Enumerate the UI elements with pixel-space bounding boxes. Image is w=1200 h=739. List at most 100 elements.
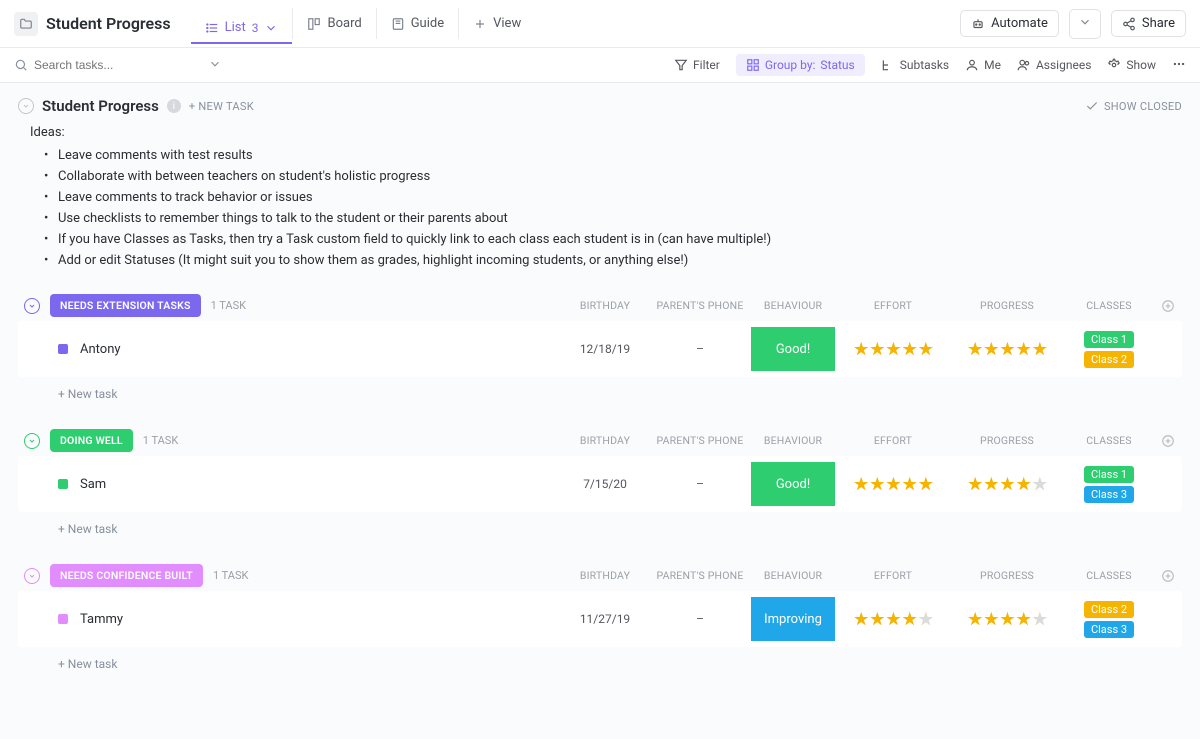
- tab-list[interactable]: List 3: [191, 12, 293, 44]
- class-tag[interactable]: Class 3: [1084, 486, 1134, 503]
- star-icon: ★: [983, 339, 998, 360]
- class-tag[interactable]: Class 2: [1084, 601, 1134, 618]
- subtasks-button[interactable]: Subtasks: [881, 58, 949, 72]
- search-input[interactable]: [34, 58, 164, 72]
- cell-behaviour[interactable]: Improving: [750, 597, 836, 641]
- col-header-birthday: BIRTHDAY: [560, 434, 650, 448]
- task-row[interactable]: Tammy 11/27/19 – Improving ★★★★★ ★★★★★ C…: [18, 591, 1182, 647]
- automate-button[interactable]: Automate: [960, 10, 1059, 37]
- cell-effort[interactable]: ★★★★★: [836, 609, 950, 630]
- task-count: 1 TASK: [143, 434, 178, 447]
- class-tags: Class 1 Class 3: [1084, 466, 1134, 503]
- content-area: Student Progress i + NEW TASK SHOW CLOSE…: [0, 83, 1200, 739]
- task-name: Sam: [80, 477, 560, 492]
- chevron-down-icon: [264, 21, 278, 35]
- ideas-item: Leave comments with test results: [44, 148, 1182, 163]
- search-wrap: [14, 58, 194, 72]
- tab-list-count: 3: [252, 21, 259, 35]
- assignees-button[interactable]: Assignees: [1017, 58, 1091, 72]
- collapse-group-toggle[interactable]: [24, 298, 40, 314]
- me-label: Me: [984, 58, 1001, 72]
- cell-behaviour[interactable]: Good!: [750, 327, 836, 371]
- cell-phone: –: [650, 342, 750, 356]
- filter-button[interactable]: Filter: [674, 58, 720, 72]
- tab-add-view[interactable]: View: [458, 8, 535, 39]
- col-header-effort: EFFORT: [836, 434, 950, 448]
- cell-progress[interactable]: ★★★★★: [950, 609, 1064, 630]
- star-rating[interactable]: ★★★★★: [853, 474, 933, 495]
- class-tag[interactable]: Class 1: [1084, 331, 1134, 348]
- cell-progress[interactable]: ★★★★★: [950, 339, 1064, 360]
- plus-circle-icon: [1161, 434, 1175, 448]
- star-icon: ★: [853, 609, 868, 630]
- star-icon: ★: [885, 339, 900, 360]
- collapse-section-toggle[interactable]: [18, 98, 34, 114]
- status-header: DOING WELL 1 TASK BIRTHDAY PARENT'S PHON…: [18, 429, 1182, 452]
- groupby-chip[interactable]: Group by: Status: [736, 54, 865, 76]
- share-button[interactable]: Share: [1111, 10, 1186, 37]
- show-closed-button[interactable]: SHOW CLOSED: [1085, 99, 1182, 113]
- col-header-classes: CLASSES: [1064, 569, 1154, 583]
- class-tag[interactable]: Class 2: [1084, 351, 1134, 368]
- info-icon[interactable]: i: [167, 99, 181, 113]
- task-row[interactable]: Antony 12/18/19 – Good! ★★★★★ ★★★★★ Clas…: [18, 321, 1182, 377]
- subtasks-label: Subtasks: [900, 58, 949, 72]
- star-icon: ★: [853, 339, 868, 360]
- folder-icon[interactable]: [14, 12, 38, 36]
- star-icon: ★: [869, 339, 884, 360]
- search-chevron[interactable]: [208, 57, 222, 74]
- add-column-button[interactable]: [1154, 569, 1182, 583]
- show-button[interactable]: Show: [1107, 58, 1156, 72]
- col-header-classes: CLASSES: [1064, 434, 1154, 448]
- class-tag[interactable]: Class 1: [1084, 466, 1134, 483]
- check-icon: [1085, 99, 1099, 113]
- cell-effort[interactable]: ★★★★★: [836, 474, 950, 495]
- new-task-row[interactable]: + New task: [18, 647, 1182, 671]
- new-task-row[interactable]: + New task: [18, 377, 1182, 401]
- add-column-button[interactable]: [1154, 299, 1182, 313]
- tab-guide[interactable]: Guide: [376, 8, 458, 39]
- automate-chevron[interactable]: [1069, 9, 1101, 39]
- star-rating[interactable]: ★★★★★: [967, 474, 1047, 495]
- col-header-birthday: BIRTHDAY: [560, 299, 650, 313]
- star-rating[interactable]: ★★★★★: [967, 339, 1047, 360]
- star-rating[interactable]: ★★★★★: [967, 609, 1047, 630]
- col-header-progress: PROGRESS: [950, 434, 1064, 448]
- cell-behaviour[interactable]: Good!: [750, 462, 836, 506]
- star-rating[interactable]: ★★★★★: [853, 339, 933, 360]
- cell-phone: –: [650, 477, 750, 491]
- col-header-effort: EFFORT: [836, 299, 950, 313]
- tab-add-view-label: View: [493, 16, 521, 31]
- star-rating[interactable]: ★★★★★: [853, 609, 933, 630]
- filter-icon: [674, 58, 688, 72]
- new-task-row[interactable]: + New task: [18, 512, 1182, 536]
- col-header-behaviour: BEHAVIOUR: [750, 299, 836, 313]
- col-header-progress: PROGRESS: [950, 569, 1064, 583]
- col-header-phone: PARENT'S PHONE: [650, 569, 750, 583]
- status-chip[interactable]: NEEDS EXTENSION TASKS: [50, 294, 201, 317]
- star-icon: ★: [869, 609, 884, 630]
- class-tag[interactable]: Class 3: [1084, 621, 1134, 638]
- assignees-label: Assignees: [1036, 58, 1091, 72]
- cell-effort[interactable]: ★★★★★: [836, 339, 950, 360]
- gear-icon: [1107, 58, 1121, 72]
- me-button[interactable]: Me: [965, 58, 1001, 72]
- collapse-group-toggle[interactable]: [24, 433, 40, 449]
- cell-classes: Class 2 Class 3: [1064, 601, 1154, 638]
- more-menu[interactable]: [1172, 57, 1186, 74]
- group-icon: [746, 58, 760, 72]
- task-row[interactable]: Sam 7/15/20 – Good! ★★★★★ ★★★★★ Class 1C…: [18, 456, 1182, 512]
- tab-board[interactable]: Board: [292, 8, 375, 39]
- col-header-phone: PARENT'S PHONE: [650, 299, 750, 313]
- col-header-behaviour: BEHAVIOUR: [750, 434, 836, 448]
- star-icon: ★: [983, 609, 998, 630]
- status-chip[interactable]: DOING WELL: [50, 429, 133, 452]
- new-task-button[interactable]: + NEW TASK: [189, 100, 254, 113]
- chevron-down-icon: [22, 102, 30, 110]
- star-icon: ★: [918, 339, 933, 360]
- collapse-group-toggle[interactable]: [24, 568, 40, 584]
- cell-progress[interactable]: ★★★★★: [950, 474, 1064, 495]
- status-chip[interactable]: NEEDS CONFIDENCE BUILT: [50, 564, 203, 587]
- col-header-progress: PROGRESS: [950, 299, 1064, 313]
- add-column-button[interactable]: [1154, 434, 1182, 448]
